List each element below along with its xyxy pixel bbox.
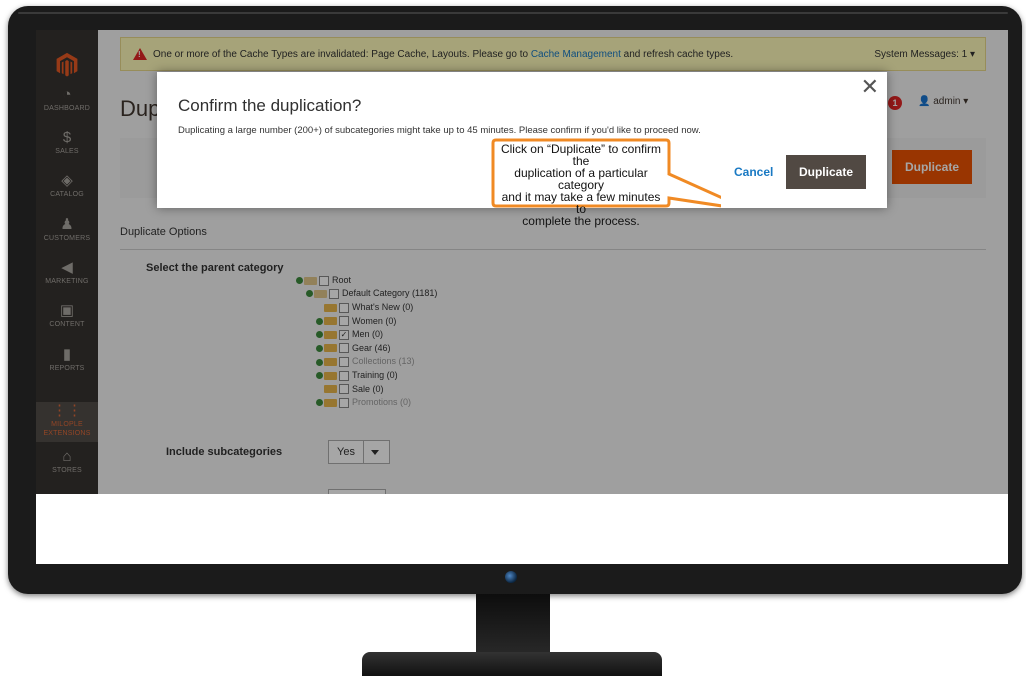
monitor-base [362,652,662,676]
modal-title: Confirm the duplication? [178,96,362,115]
bezel-highlight [18,12,1008,14]
callout-line: duplication of a particular category [514,166,648,192]
callout-line: and it may take a few minutes to [501,190,661,216]
callout-text: Click on “Duplicate” to confirm the dupl… [496,143,666,227]
screen-blank-area [36,494,1008,564]
modal-message: Duplicating a large number (200+) of sub… [178,125,701,136]
callout-line: complete the process. [522,214,640,228]
monitor-stand [476,594,550,658]
cancel-button[interactable]: Cancel [734,165,773,179]
close-icon[interactable]: ✕ [861,76,879,98]
webcam-icon [505,571,517,583]
screen: ◔ DASHBOARD $ SALES ◈ CATALOG ♟ CUSTOMERS ◀ MARKE… [36,30,1008,564]
callout-line: Click on “Duplicate” to confirm the [500,142,662,168]
confirm-duplicate-button[interactable]: Duplicate [786,155,866,189]
